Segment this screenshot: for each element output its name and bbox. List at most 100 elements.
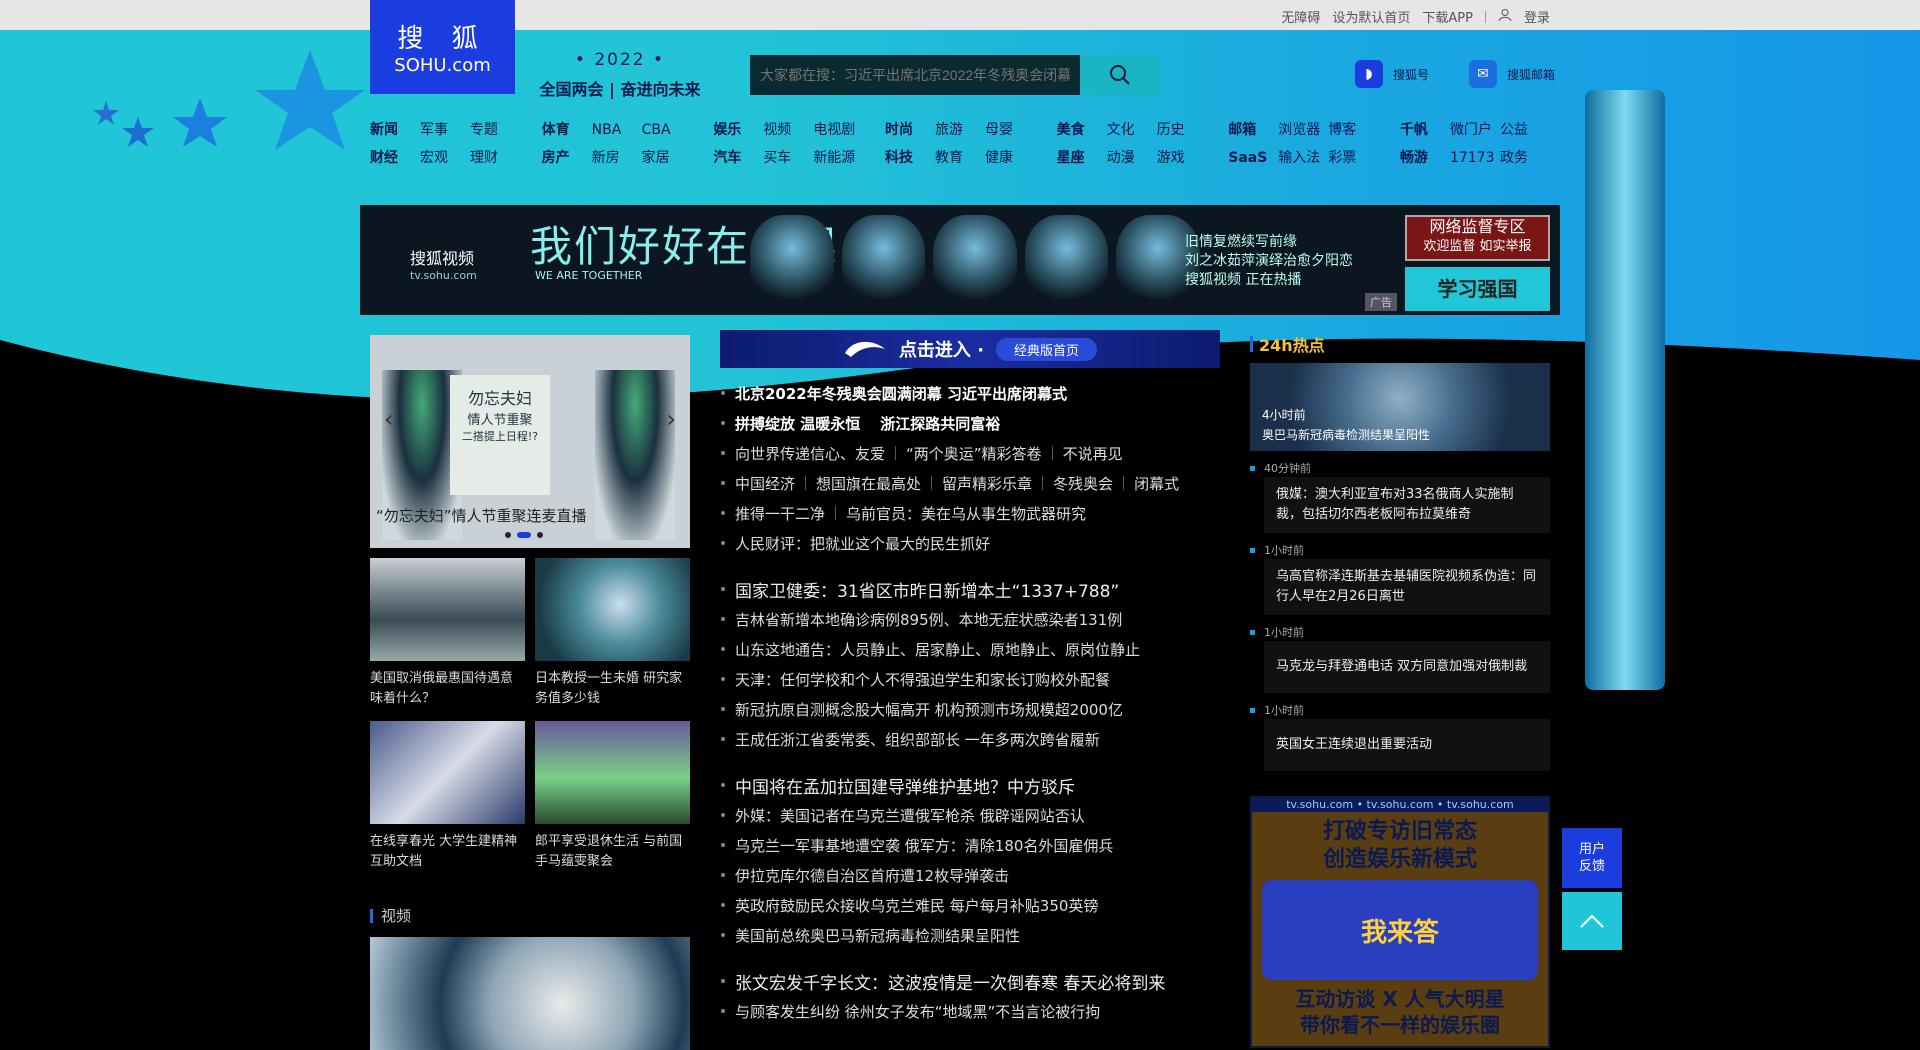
news-link[interactable]: 天津：任何学校和个人不得强迫学生和家长订购校外配餐 — [735, 669, 1110, 690]
nav-link[interactable]: 新闻 — [370, 120, 420, 140]
nav-link[interactable]: 政务 — [1500, 148, 1550, 168]
nav-link[interactable]: 电视剧 — [813, 120, 863, 140]
news-link[interactable]: 张文宏发千字长文：这波疫情是一次倒春寒 春天必将到来 — [735, 969, 1165, 994]
news-link[interactable]: 不说再见 — [1063, 443, 1123, 464]
classic-homepage-banner[interactable]: 点击进入 · 经典版首页 — [720, 330, 1220, 368]
thumbnail-item[interactable]: 美国取消俄最惠国待遇意味着什么？ — [370, 558, 525, 711]
nav-link[interactable]: 视频 — [763, 120, 813, 140]
nav-link[interactable]: 科技 — [885, 148, 935, 168]
carousel-next-button[interactable]: › — [666, 405, 676, 433]
network-supervision-box[interactable]: 网络监督专区 欢迎监督 如实举报 — [1405, 215, 1550, 261]
nav-link[interactable]: NBA — [592, 120, 642, 140]
classic-homepage-button[interactable]: 经典版首页 — [996, 337, 1098, 361]
nav-link[interactable]: 动漫 — [1107, 148, 1157, 168]
nav-link[interactable]: 公益 — [1500, 120, 1550, 140]
nav-link[interactable]: 旅游 — [935, 120, 985, 140]
carousel-dot[interactable] — [505, 532, 511, 538]
nav-link[interactable]: 博客 — [1328, 120, 1378, 140]
news-link[interactable]: 与顾客发生纠纷 徐州女子发布“地域黑”不当言论被行拘 — [735, 1001, 1100, 1022]
news-link[interactable]: 英政府鼓励民众接收乌克兰难民 每户每月补贴350英镑 — [735, 895, 1098, 916]
nav-link[interactable]: 微门户 — [1450, 120, 1500, 140]
back-to-top-button[interactable] — [1562, 892, 1622, 950]
news-link[interactable]: 留声精彩乐章 — [942, 473, 1032, 494]
nav-link[interactable]: 新房 — [592, 148, 642, 168]
nav-link[interactable]: SaaS — [1228, 148, 1278, 168]
accessibility-link[interactable]: 无障碍 — [1281, 7, 1320, 26]
hot-item[interactable]: 1小时前 乌高官称泽连斯基去基辅医院视频系伪造：同行人早在2月26日离世 — [1250, 543, 1550, 615]
nav-link[interactable]: CBA — [642, 120, 692, 140]
carousel-dot[interactable] — [537, 532, 543, 538]
nav-link[interactable]: 美食 — [1057, 120, 1107, 140]
news-link[interactable]: 冬残奥会 — [1053, 473, 1113, 494]
search-input[interactable] — [750, 55, 1080, 95]
news-link[interactable]: 王成任浙江省委常委、组织部部长 一年多两次跨省履新 — [735, 729, 1100, 750]
nav-link[interactable]: 游戏 — [1157, 148, 1207, 168]
nav-link[interactable]: 宏观 — [420, 148, 470, 168]
news-link[interactable]: 拼搏绽放 温暖永恒 — [735, 413, 860, 434]
mail-icon[interactable]: ✉ — [1469, 60, 1498, 88]
nav-link[interactable]: 家居 — [642, 148, 692, 168]
sohu-logo[interactable]: 搜 狐 SOHU.com — [370, 0, 515, 94]
thumbnail-item[interactable]: 在线享春光 大学生建精神互助文档 — [370, 721, 525, 874]
news-link[interactable]: 人民财评：把就业这个最大的民生抓好 — [735, 533, 990, 554]
nav-link[interactable]: 买车 — [763, 148, 813, 168]
news-link[interactable]: 乌克兰一军事基地遭空袭 俄军方：清除180名外国雇佣兵 — [735, 835, 1113, 856]
nav-link[interactable]: 教育 — [935, 148, 985, 168]
nav-link[interactable]: 历史 — [1157, 120, 1207, 140]
nav-link[interactable]: 输入法 — [1278, 148, 1328, 168]
news-link[interactable]: “两个奥运”精彩答卷 — [906, 443, 1042, 464]
nav-link[interactable]: 彩票 — [1328, 148, 1378, 168]
nav-link[interactable]: 健康 — [985, 148, 1035, 168]
news-link[interactable]: 伊拉克库尔德自治区首府遭12枚导弹袭击 — [735, 865, 1009, 886]
news-link[interactable]: 中国将在孟加拉国建导弹维护基地？中方驳斥 — [735, 773, 1075, 798]
hot-top-item[interactable]: 4小时前 奥巴马新冠病毒检测结果呈阳性 — [1250, 363, 1550, 451]
carousel-caption[interactable]: “勿忘夫妇”情人节重聚连麦直播 — [376, 505, 587, 526]
video-thumbnail[interactable] — [370, 937, 690, 1050]
carousel-dot-active[interactable] — [517, 532, 531, 538]
nav-link[interactable]: 军事 — [420, 120, 470, 140]
sohu-hao-icon[interactable]: ◗ — [1355, 60, 1383, 88]
news-link[interactable]: 中国经济 — [735, 473, 795, 494]
video-section-header[interactable]: 视频 — [370, 905, 411, 926]
nav-link[interactable]: 17173 — [1450, 148, 1500, 168]
news-link[interactable]: 推得一干二净 — [735, 503, 825, 524]
nav-link[interactable]: 体育 — [542, 120, 592, 140]
nav-link[interactable]: 邮箱 — [1228, 120, 1278, 140]
news-link[interactable]: 国家卫健委：31省区市昨日新增本土“1337+788” — [735, 577, 1119, 602]
set-homepage-link[interactable]: 设为默认首页 — [1332, 7, 1410, 26]
news-link[interactable]: 闭幕式 — [1134, 473, 1179, 494]
nav-link[interactable]: 新能源 — [813, 148, 863, 168]
news-link[interactable]: 乌前官员：美在乌从事生物武器研究 — [846, 503, 1086, 524]
feedback-button[interactable]: 用户 反馈 — [1562, 828, 1622, 888]
nav-link[interactable]: 母婴 — [985, 120, 1035, 140]
nav-link[interactable]: 星座 — [1057, 148, 1107, 168]
nav-link[interactable]: 娱乐 — [713, 120, 763, 140]
news-link[interactable]: 新冠抗原自测概念股大幅高开 机构预测市场规模超2000亿 — [735, 699, 1123, 720]
hot-item[interactable]: 1小时前 英国女王连续退出重要活动 — [1250, 703, 1550, 771]
news-link[interactable]: 浙江探路共同富裕 — [880, 413, 1000, 434]
ad-banner[interactable]: 搜狐视频 tv.sohu.com 我们好好在一起 WE ARE TOGETHER… — [360, 205, 1560, 315]
sohu-mail-link[interactable]: 搜狐邮箱 — [1507, 66, 1555, 83]
nav-link[interactable]: 理财 — [470, 148, 520, 168]
nav-link[interactable]: 畅游 — [1400, 148, 1450, 168]
xuexi-qiangguo-box[interactable]: 学习强国 — [1405, 267, 1550, 311]
news-link[interactable]: 想国旗在最高处 — [816, 473, 921, 494]
nav-link[interactable]: 浏览器 — [1278, 120, 1328, 140]
image-carousel[interactable]: 勿忘夫妇 情人节重聚 二搭提上日程!? ‹ › “勿忘夫妇”情人节重聚连麦直播 — [370, 335, 690, 548]
nav-link[interactable]: 千帆 — [1400, 120, 1450, 140]
hot-item[interactable]: 1小时前 马克龙与拜登通电话 双方同意加强对俄制裁 — [1250, 625, 1550, 693]
search-button[interactable] — [1080, 55, 1160, 95]
carousel-prev-button[interactable]: ‹ — [384, 405, 394, 433]
nav-link[interactable]: 财经 — [370, 148, 420, 168]
hot-item[interactable]: 40分钟前 俄媒：澳大利亚宣布对33名俄商人实施制裁，包括切尔西老板阿布拉莫维奇 — [1250, 461, 1550, 533]
login-link[interactable]: 登录 — [1524, 7, 1550, 26]
thumbnail-item[interactable]: 郎平享受退休生活 与前国手马蕴雯聚会 — [535, 721, 690, 874]
news-link[interactable]: 北京2022年冬残奥会圆满闭幕 习近平出席闭幕式 — [735, 383, 1067, 404]
nav-link[interactable]: 文化 — [1107, 120, 1157, 140]
news-link[interactable]: 吉林省新增本地确诊病例895例、本地无症状感染者131例 — [735, 609, 1122, 630]
nav-link[interactable]: 专题 — [470, 120, 520, 140]
nav-link[interactable]: 房产 — [542, 148, 592, 168]
sohu-hao-link[interactable]: 搜狐号 — [1393, 66, 1429, 83]
entertainment-ad[interactable]: tv.sohu.com • tv.sohu.com • tv.sohu.com … — [1250, 796, 1550, 1048]
news-link[interactable]: 美国前总统奥巴马新冠病毒检测结果呈阳性 — [735, 925, 1020, 946]
